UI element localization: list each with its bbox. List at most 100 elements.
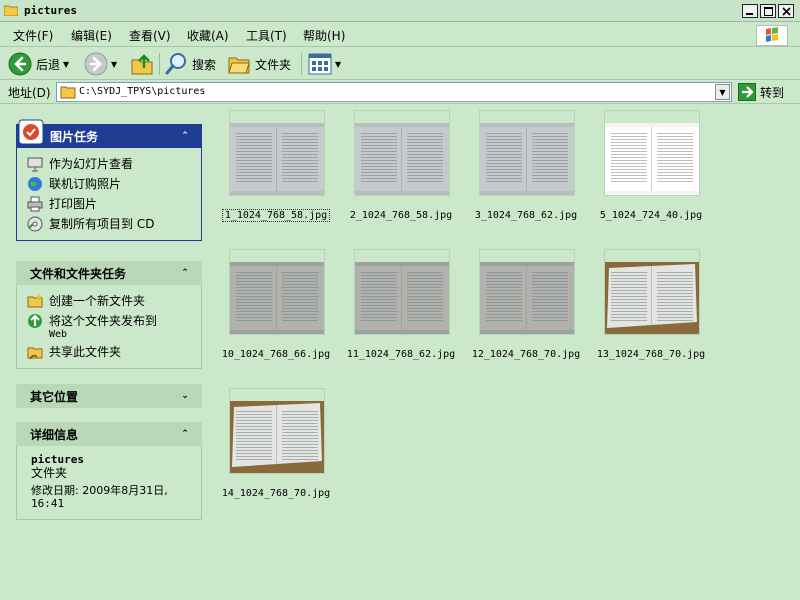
chevron-down-icon[interactable]: ⌄ [178,389,192,403]
folders-button[interactable]: 文件夹 [227,50,291,78]
chevron-down-icon: ▼ [719,87,726,97]
forward-button[interactable]: ▼ [84,50,117,78]
task-label: 作为幻灯片查看 [49,157,134,171]
details-header[interactable]: 详细信息 ⌃ [16,422,202,446]
task-label: 将这个文件夹发布到 Web [49,313,157,340]
chevron-up-icon[interactable]: ⌃ [178,427,192,441]
back-dropdown-icon[interactable]: ▼ [63,60,69,69]
menu-edit[interactable]: 编辑(E) [71,27,112,44]
task-copy-to-cd[interactable]: 复制所有项目到 CD [27,216,201,232]
thumbnail-image [480,123,574,195]
thumbnail-image [355,262,449,334]
search-icon [165,53,186,75]
back-button[interactable]: 后退 ▼ [8,50,69,78]
chevron-up-icon[interactable]: ⌃ [178,129,192,143]
picture-tasks-title: 图片任务 [50,129,99,144]
thumbnail[interactable] [604,110,700,196]
minimize-button[interactable] [742,4,758,18]
task-label: 创建一个新文件夹 [49,294,146,308]
close-button[interactable] [778,4,794,18]
windows-logo [756,25,788,46]
details-modified-time: 16:41 [31,497,65,510]
thumbnail-filename[interactable]: 1_1024_768_58.jpg [222,209,330,222]
menu-tools[interactable]: 工具(T) [246,27,287,44]
other-places-pane: 其它位置 ⌄ [16,384,202,408]
task-label-sub: Web [49,329,68,340]
forward-dropdown-icon[interactable]: ▼ [111,60,117,69]
go-arrow-icon [738,83,756,101]
folder-icon [60,86,76,99]
search-label: 搜索 [192,57,217,72]
thumbnail[interactable] [354,249,450,335]
task-slideshow[interactable]: 作为幻灯片查看 [27,156,201,172]
thumbnail-filename[interactable]: 14_1024_768_70.jpg [211,488,341,499]
thumbnail[interactable] [229,249,325,335]
search-button[interactable]: 搜索 [164,50,216,78]
thumbnail-filename[interactable]: 5_1024_724_40.jpg [586,210,716,221]
task-print-pictures[interactable]: 打印图片 [27,196,201,212]
task-label: 复制所有项目到 CD [49,217,155,231]
folder-tasks-body: 创建一个新文件夹 将这个文件夹发布到 Web 共享此文件夹 [16,285,202,369]
thumbnail[interactable] [354,110,450,196]
toolbar: 后退 ▼ ▼ 搜索 文件夹 ▼ [0,48,800,80]
forward-arrow-icon [84,52,108,76]
thumbnail[interactable] [479,110,575,196]
toolbar-separator [301,53,302,75]
views-dropdown-icon[interactable]: ▼ [335,60,341,69]
task-share-folder[interactable]: 共享此文件夹 [27,344,201,360]
publish-web-icon [28,314,42,328]
thumbnail-filename[interactable]: 11_1024_768_62.jpg [336,349,466,360]
thumbnail-image [230,401,324,473]
picture-tasks-header[interactable]: 图片任务 ⌃ [16,119,202,148]
address-path: C:\SYDJ_TPYS\pictures [79,86,206,97]
title-bar: pictures [0,0,800,22]
cd-icon [27,216,43,232]
back-arrow-icon [8,52,32,76]
menu-help[interactable]: 帮助(H) [303,27,345,44]
address-label: 地址(D) [8,86,51,100]
other-places-header[interactable]: 其它位置 ⌄ [16,384,202,408]
other-places-title: 其它位置 [30,389,79,404]
picture-tasks-body: 作为幻灯片查看 联机订购照片 打印图片 复制所有项目到 CD [16,148,202,241]
thumbnail[interactable] [604,249,700,335]
thumbnail-filename[interactable]: 10_1024_768_66.jpg [211,349,341,360]
task-order-prints[interactable]: 联机订购照片 [27,176,201,192]
new-folder-icon [27,294,43,308]
task-new-folder[interactable]: 创建一个新文件夹 [27,293,201,309]
thumbnail-filename[interactable]: 2_1024_768_58.jpg [336,210,466,221]
toolbar-separator [159,53,160,75]
thumbnail-image [355,123,449,195]
address-dropdown-button[interactable]: ▼ [715,84,730,100]
picture-tasks-icon [18,119,44,145]
share-folder-icon [27,347,43,360]
up-folder-icon [131,54,153,75]
thumbnail[interactable] [229,388,325,474]
chevron-up-icon[interactable]: ⌃ [178,266,192,280]
thumbnail-filename[interactable]: 13_1024_768_70.jpg [586,349,716,360]
go-button[interactable]: 转到 [738,82,784,102]
folders-icon [228,57,250,74]
thumbnail-image [230,262,324,334]
thumbnail-filename[interactable]: 12_1024_768_70.jpg [461,349,591,360]
slideshow-icon [27,157,43,172]
address-input[interactable]: C:\SYDJ_TPYS\pictures ▼ [56,82,732,102]
thumbnail[interactable] [479,249,575,335]
go-label: 转到 [760,85,785,100]
task-publish-web[interactable]: 将这个文件夹发布到 Web [27,313,201,340]
folder-icon [4,5,18,16]
menu-view[interactable]: 查看(V) [129,27,171,44]
task-label-main: 将这个文件夹发布到 [49,314,158,328]
menu-favorites[interactable]: 收藏(A) [187,27,229,44]
views-button[interactable]: ▼ [308,50,341,78]
thumbnail[interactable] [229,110,325,196]
thumbnail-image [230,123,324,195]
folder-tasks-title: 文件和文件夹任务 [30,266,127,281]
thumbnail-image [605,262,699,334]
minimize-icon [746,13,753,15]
picture-tasks-pane: 图片任务 ⌃ 作为幻灯片查看 联机订购照片 打印图片 复制所有项目到 CD [16,119,202,241]
menu-file[interactable]: 文件(F) [13,27,53,44]
maximize-button[interactable] [760,4,776,18]
folder-tasks-header[interactable]: 文件和文件夹任务 ⌃ [16,261,202,285]
thumbnail-filename[interactable]: 3_1024_768_62.jpg [461,210,591,221]
up-folder-button[interactable] [130,50,154,78]
